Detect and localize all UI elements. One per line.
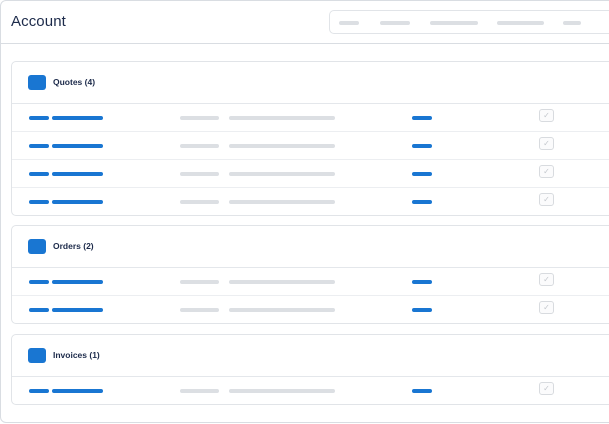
list-item[interactable]: ✓ xyxy=(12,131,609,159)
item-tag xyxy=(29,172,49,176)
tab-4[interactable] xyxy=(497,21,544,25)
check-icon[interactable]: ✓ xyxy=(539,273,554,286)
item-status xyxy=(412,200,432,204)
check-icon[interactable]: ✓ xyxy=(539,382,554,395)
item-status xyxy=(412,172,432,176)
item-link[interactable] xyxy=(52,116,103,120)
item-field xyxy=(180,144,219,148)
item-status xyxy=(412,280,432,284)
list-item[interactable]: ✓ xyxy=(12,268,609,295)
section-title: Quotes (4) xyxy=(53,77,96,87)
section-header[interactable]: Invoices (1) xyxy=(12,335,609,377)
item-field xyxy=(180,308,219,312)
item-tag xyxy=(29,116,49,120)
item-description xyxy=(229,280,335,284)
item-description xyxy=(229,116,335,120)
section-header[interactable]: Orders (2) xyxy=(12,226,609,268)
item-tag xyxy=(29,280,49,284)
item-tag xyxy=(29,308,49,312)
item-tag xyxy=(29,389,49,393)
list-item[interactable]: ✓ xyxy=(12,187,609,215)
item-link[interactable] xyxy=(52,200,103,204)
list-item[interactable]: ✓ xyxy=(12,377,609,404)
tab-1[interactable] xyxy=(339,21,359,25)
item-description xyxy=(229,200,335,204)
tab-bar xyxy=(329,10,609,34)
item-status xyxy=(412,389,432,393)
tab-5[interactable] xyxy=(563,21,581,25)
page-title: Account xyxy=(11,13,66,30)
section-title: Invoices (1) xyxy=(53,350,100,360)
section-orders: Orders (2) ✓ ✓ xyxy=(11,225,609,324)
check-icon[interactable]: ✓ xyxy=(539,137,554,150)
item-field xyxy=(180,280,219,284)
section-quotes: Quotes (4) ✓ ✓ ✓ ✓ xyxy=(11,61,609,216)
item-description xyxy=(229,172,335,176)
list-item[interactable]: ✓ xyxy=(12,159,609,187)
item-description xyxy=(229,308,335,312)
item-status xyxy=(412,308,432,312)
item-link[interactable] xyxy=(52,308,103,312)
item-tag xyxy=(29,144,49,148)
header: Account xyxy=(1,1,609,44)
item-link[interactable] xyxy=(52,144,103,148)
account-window: Account Quotes (4) ✓ ✓ ✓ ✓ Orders (2) ✓ … xyxy=(0,0,609,423)
section-header[interactable]: Quotes (4) xyxy=(12,62,609,104)
list-item[interactable]: ✓ xyxy=(12,104,609,131)
item-link[interactable] xyxy=(52,389,103,393)
check-icon[interactable]: ✓ xyxy=(539,301,554,314)
item-status xyxy=(412,144,432,148)
item-description xyxy=(229,144,335,148)
item-link[interactable] xyxy=(52,172,103,176)
item-link[interactable] xyxy=(52,280,103,284)
item-field xyxy=(180,116,219,120)
item-field xyxy=(180,200,219,204)
check-icon[interactable]: ✓ xyxy=(539,109,554,122)
check-icon[interactable]: ✓ xyxy=(539,165,554,178)
check-icon[interactable]: ✓ xyxy=(539,193,554,206)
section-invoices: Invoices (1) ✓ xyxy=(11,334,609,405)
item-field xyxy=(180,389,219,393)
tab-2[interactable] xyxy=(380,21,410,25)
item-description xyxy=(229,389,335,393)
item-field xyxy=(180,172,219,176)
section-square-icon xyxy=(28,75,46,90)
section-square-icon xyxy=(28,239,46,254)
item-tag xyxy=(29,200,49,204)
item-status xyxy=(412,116,432,120)
tab-3[interactable] xyxy=(430,21,478,25)
section-square-icon xyxy=(28,348,46,363)
section-title: Orders (2) xyxy=(53,241,94,251)
list-item[interactable]: ✓ xyxy=(12,295,609,323)
